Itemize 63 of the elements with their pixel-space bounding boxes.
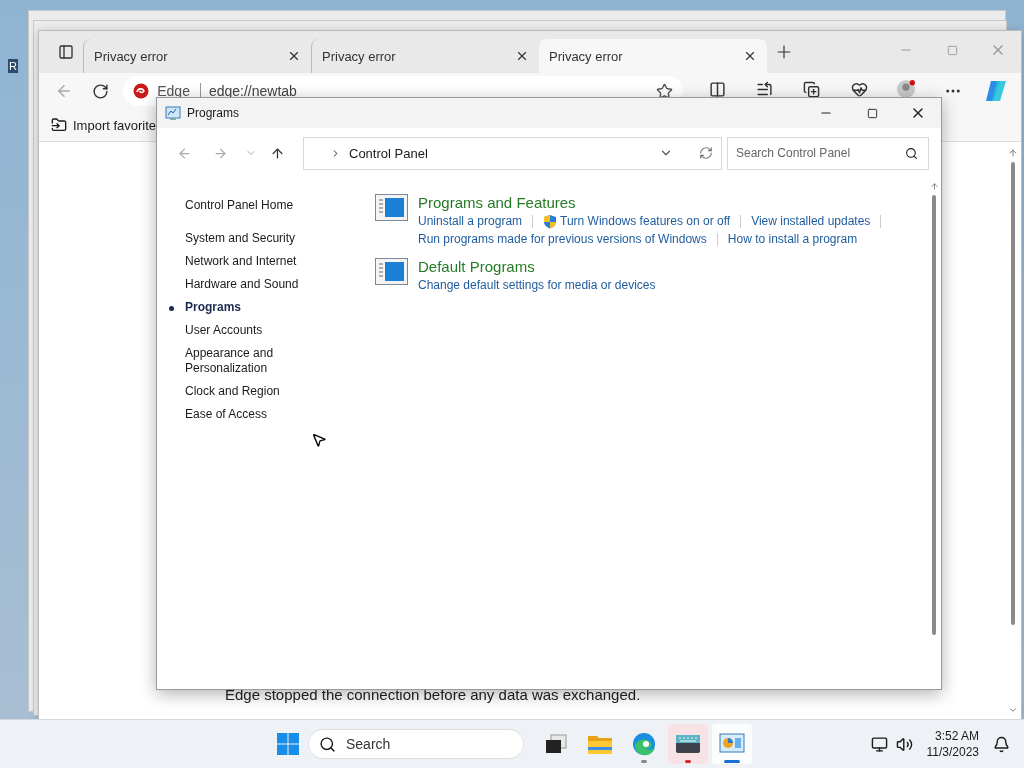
task-link[interactable]: How to install a program xyxy=(727,230,858,248)
task-link[interactable]: Turn Windows features on or off xyxy=(543,212,731,230)
import-icon xyxy=(51,117,67,133)
sidebar-link[interactable]: Control Panel Home xyxy=(185,198,347,213)
search-icon xyxy=(319,735,336,753)
scrollbar-thumb[interactable] xyxy=(1011,162,1015,625)
network-icon[interactable] xyxy=(870,735,888,753)
category-link[interactable]: Clock and Region xyxy=(185,380,347,403)
edge-logo-icon xyxy=(133,83,150,99)
scrollbar-thumb[interactable] xyxy=(932,195,936,635)
start-icon[interactable] xyxy=(276,732,300,756)
volume-icon[interactable] xyxy=(895,735,913,753)
edge-icon[interactable] xyxy=(632,732,656,756)
program-window-icon xyxy=(375,258,408,285)
control-panel-icon[interactable] xyxy=(719,733,745,755)
folder-icon[interactable] xyxy=(587,733,613,755)
category-link[interactable]: Hardware and Sound xyxy=(185,273,347,296)
search-icon xyxy=(905,146,918,160)
window-stack-icon[interactable] xyxy=(545,734,567,754)
favorites-bar-item[interactable]: Import favorite xyxy=(73,117,157,133)
scroll-up-icon[interactable] xyxy=(1008,148,1018,158)
scroll-up-icon[interactable] xyxy=(929,182,939,191)
desktop-icon-label[interactable]: R xyxy=(8,59,18,73)
bullet-icon xyxy=(169,306,174,311)
close-icon[interactable] xyxy=(743,49,757,63)
category-link[interactable]: User Accounts xyxy=(185,319,347,342)
task-link[interactable]: View installed updates xyxy=(751,212,871,230)
browser-tab[interactable]: Privacy error xyxy=(539,39,767,73)
category-link[interactable]: Network and Internet xyxy=(185,250,347,273)
favorite-star-icon[interactable] xyxy=(656,82,674,100)
time-text: 3:52 AM xyxy=(934,728,979,744)
mouse-cursor-icon xyxy=(311,432,327,448)
clock[interactable]: 3:52 AM 11/3/2023 xyxy=(926,728,979,760)
search-box[interactable]: Search Control Panel xyxy=(727,136,929,170)
search-input[interactable]: Search Control Panel xyxy=(736,144,886,162)
task-link[interactable]: Run programs made for previous versions of Windows xyxy=(418,230,707,248)
control-panel-icon xyxy=(165,105,181,121)
error-message: Edge stopped the connection before any data was exchanged. xyxy=(225,686,641,703)
category-link[interactable]: Appearance and Personalization xyxy=(185,342,347,380)
address-bar[interactable]: Control Panel xyxy=(303,136,722,170)
section-title[interactable]: Default Programs xyxy=(418,258,656,276)
taskbar-app[interactable] xyxy=(668,724,708,764)
task-link[interactable]: Change default settings for media or devices xyxy=(418,276,656,294)
keyboard-window-icon[interactable] xyxy=(675,733,701,755)
section-title[interactable]: Programs and Features xyxy=(418,194,892,212)
tab-title: Privacy error xyxy=(322,48,396,64)
search-box[interactable]: Search xyxy=(308,729,524,759)
category-link[interactable]: Ease of Access xyxy=(185,403,347,426)
breadcrumb-item[interactable]: Control Panel xyxy=(349,145,651,161)
notifications-icon[interactable] xyxy=(993,735,1010,753)
category-link[interactable]: System and Security xyxy=(185,227,347,250)
date-text: 11/3/2023 xyxy=(926,744,979,760)
close-icon[interactable] xyxy=(515,49,529,63)
close-icon[interactable] xyxy=(287,49,301,63)
category-link[interactable]: Programs xyxy=(185,296,347,319)
tab-title: Privacy error xyxy=(549,48,623,64)
program-window-icon xyxy=(375,194,408,221)
tab-title: Privacy error xyxy=(94,48,168,64)
shield-icon xyxy=(543,213,558,229)
scroll-down-icon[interactable] xyxy=(1008,705,1018,715)
task-link[interactable]: Uninstall a program xyxy=(418,212,523,230)
window-title: Programs xyxy=(187,106,239,120)
url-text: edge://newtab xyxy=(208,83,298,99)
